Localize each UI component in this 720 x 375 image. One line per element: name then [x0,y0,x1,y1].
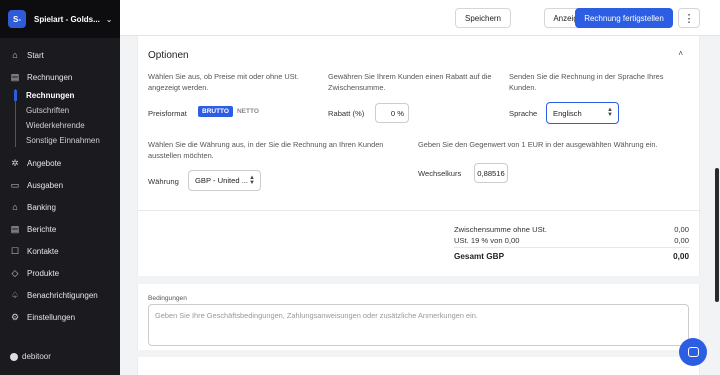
chevron-down-icon: ⌄ [105,14,113,24]
document-icon: ▤ [10,71,20,82]
brand-name: debitoor [22,352,51,361]
sidebar-item-einstellungen[interactable]: ⚙ Einstellungen [0,306,120,328]
report-icon: ▤ [10,223,20,234]
total-value: 0,00 [673,252,689,261]
currency-description: Wählen Sie die Währung aus, in der Sie d… [148,140,384,160]
next-section-card [137,357,700,375]
vat-value: 0,00 [674,236,689,245]
collapse-caret-icon[interactable]: ˄ [678,49,683,58]
top-toolbar: Speichern Anzeigen Rechnung fertigstelle… [120,0,720,36]
sidebar-item-start[interactable]: ⌂ Start [0,44,120,66]
sidebar-item-rechnungen[interactable]: ▤ Rechnungen [0,66,120,88]
price-format-label: Preisformat [148,109,187,118]
language-description: Senden Sie die Rechnung in der Sprache I… [509,72,664,92]
finalize-invoice-button[interactable]: Rechnung fertigstellen [575,8,673,28]
sidebar: S- Spielart - Golds... ⌄ ⌂ Start ▤ Rechn… [0,0,120,375]
sidebar-item-ausgaben[interactable]: ▭ Ausgaben [0,174,120,196]
conditions-card: Bedingungen Geben Sie Ihre Geschäftsbedi… [137,284,700,350]
bank-icon: ⌂ [12,202,18,212]
language-select[interactable]: Englisch ▲ ▼ [546,102,619,124]
updown-chevron-icon: ▲ ▼ [607,107,613,118]
logo-icon [10,352,18,361]
sidebar-item-berichte[interactable]: ▤ Berichte [0,218,120,240]
language-label: Sprache [509,109,538,118]
price-brutto-option[interactable]: BRUTTO [198,106,233,117]
conditions-textarea[interactable]: Geben Sie Ihre Geschäftsbedingungen, Zah… [148,304,689,346]
divider [138,210,701,211]
scrollbar[interactable] [715,168,719,302]
exchange-rate-description: Geben Sie den Gegenwert von 1 EUR in der… [418,140,658,149]
gear-icon: ✲ [11,157,19,168]
currency-value: GBP - United ... [195,176,249,185]
vat-label: USt. 19 % von 0,00 [454,236,520,245]
sidebar-item-label: Kontakte [27,246,59,256]
save-button[interactable]: Speichern [455,8,511,28]
brand-logo: debitoor [10,352,51,361]
main-nav: ⌂ Start ▤ Rechnungen Rechnungen Gutschri… [0,44,120,328]
settings-icon: ⚙ [10,311,20,322]
section-title: Optionen [148,50,189,61]
sidebar-item-label: Start [27,50,44,60]
chat-button[interactable] [679,338,707,366]
options-card: Optionen ˄ Wählen Sie aus, ob Preise mit… [137,36,701,276]
subtotal-label: Zwischensumme ohne USt. [454,225,547,234]
company-name: Spielart - Golds... [34,14,100,24]
discount-label: Rabatt (%) [328,109,365,118]
sidebar-item-label: Produkte [27,268,60,278]
price-format-toggle[interactable]: BRUTTO NETTO [198,106,263,117]
subitem-rechnungen[interactable]: Rechnungen [0,88,120,103]
currency-label: Währung [148,177,179,186]
subtotal-value: 0,00 [674,225,689,234]
price-netto-option[interactable]: NETTO [233,106,263,117]
discount-input[interactable]: 0 % [375,103,409,123]
conditions-label: Bedingungen [148,295,187,302]
sidebar-item-angebote[interactable]: ✲ Angebote [0,152,120,174]
updown-chevron-icon: ▲ ▼ [249,174,255,186]
exchange-rate-label: Wechselkurs [418,169,462,178]
sidebar-item-label: Benachrichtigungen [27,290,98,300]
sidebar-item-produkte[interactable]: ◇ Produkte [0,262,120,284]
contacts-icon: ☐ [10,245,20,256]
sidebar-item-benachrichtigungen[interactable]: ♤ Benachrichtigungen [0,284,120,306]
sidebar-item-banking[interactable]: ⌂ Banking [0,196,120,218]
sidebar-item-label: Angebote [27,158,62,168]
conditions-placeholder: Geben Sie Ihre Geschäftsbedingungen, Zah… [155,311,478,320]
sidebar-item-label: Einstellungen [27,312,76,322]
total-label: Gesamt GBP [454,252,505,261]
exchange-rate-input[interactable]: 0,88516 [474,163,508,183]
home-icon: ⌂ [12,50,18,60]
bell-icon: ♤ [10,289,20,300]
receipt-icon: ▭ [10,179,20,190]
language-value: Englisch [553,108,582,118]
subitem-sonstige-einnahmen[interactable]: Sonstige Einnahmen [0,133,120,148]
currency-select[interactable]: GBP - United ... ▲ ▼ [188,170,261,191]
chat-icon [687,347,699,357]
sidebar-item-label: Ausgaben [27,180,64,190]
sidebar-item-label: Berichte [27,224,57,234]
discount-description: Gewähren Sie Ihrem Kunden einen Rabatt a… [328,72,492,92]
company-switcher[interactable]: S- Spielart - Golds... ⌄ [0,0,120,38]
more-options-button[interactable]: ⋮ [678,8,700,28]
subitem-gutschriften[interactable]: Gutschriften [0,103,120,118]
totals-divider [454,247,690,248]
price-format-description: Wählen Sie aus, ob Preise mit oder ohne … [148,72,299,92]
sidebar-item-kontakte[interactable]: ☐ Kontakte [0,240,120,262]
rechnungen-submenu: Rechnungen Gutschriften Wiederkehrende S… [0,88,120,148]
sidebar-item-label: Banking [27,202,56,212]
tag-icon: ◇ [11,267,19,278]
company-avatar: S- [8,10,26,28]
sidebar-item-label: Rechnungen [27,72,73,82]
subitem-wiederkehrende[interactable]: Wiederkehrende [0,118,120,133]
